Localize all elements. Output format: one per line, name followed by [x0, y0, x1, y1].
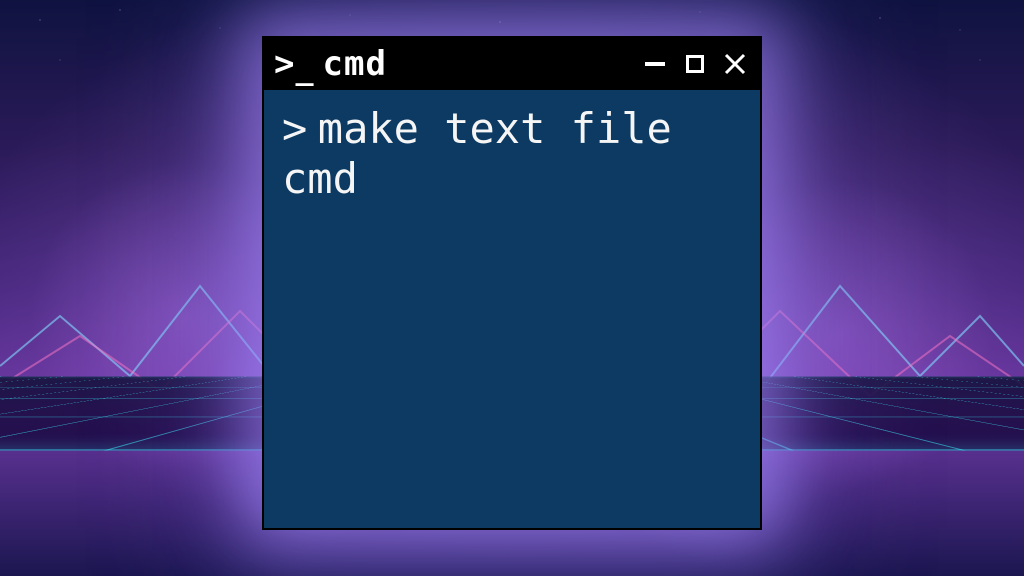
close-button[interactable]: [722, 51, 748, 77]
minimize-icon: [645, 62, 665, 66]
titlebar[interactable]: >_ cmd: [264, 38, 760, 90]
maximize-button[interactable]: [682, 51, 708, 77]
app-title: cmd: [323, 44, 387, 84]
command-text: make text file cmd: [282, 104, 697, 203]
terminal-icon: >_: [274, 47, 313, 81]
window-controls: [642, 51, 748, 77]
terminal-body[interactable]: >make text file cmd: [264, 90, 760, 528]
prompt-char: >: [282, 104, 307, 153]
minimize-button[interactable]: [642, 51, 668, 77]
close-icon: [724, 53, 746, 75]
terminal-window: >_ cmd >make text file cmd: [262, 36, 762, 530]
maximize-icon: [686, 55, 704, 73]
